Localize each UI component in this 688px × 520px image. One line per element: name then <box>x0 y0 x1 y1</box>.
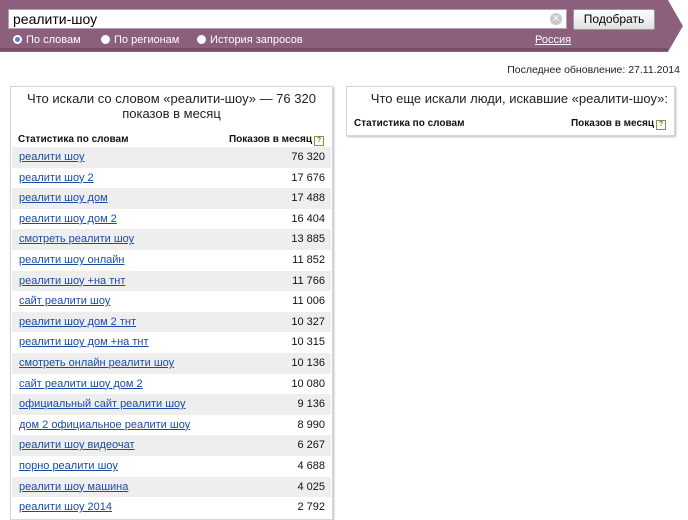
views-count: 10 315 <box>291 336 325 349</box>
column-headers: Статистика по словам Показов в месяц? <box>11 133 332 147</box>
phrase-link[interactable]: официальный сайт реалити шоу <box>19 394 186 415</box>
views-count: 16 404 <box>291 212 325 225</box>
phrase-link[interactable]: порно реалити шоу <box>19 456 118 477</box>
views-count: 10 080 <box>291 377 325 390</box>
views-count: 11 852 <box>292 253 325 266</box>
table-row: порно реалити шоу 4 688 <box>12 456 331 477</box>
last-update-text: Последнее обновление: 27.11.2014 <box>507 64 680 76</box>
phrase-link[interactable]: реалити шоу онлайн <box>19 250 124 271</box>
mode-label: По регионам <box>114 34 180 46</box>
phrase-link[interactable]: реалити шоу +на тнт <box>19 271 125 292</box>
table-row: реалити шоу 2014 2 792 <box>12 497 331 518</box>
table-row: реалити шоу видеочат 6 267 <box>12 435 331 456</box>
mode-label: По словам <box>26 34 81 46</box>
words-table: реалити шоу 76 320 реалити шоу 2 17 676 ре… <box>12 147 331 518</box>
phrase-link[interactable]: дом 2 официальное реалити шоу <box>19 415 190 436</box>
views-count: 10 136 <box>291 356 325 369</box>
phrase-link[interactable]: реалити шоу <box>19 147 84 168</box>
phrase-link[interactable]: смотреть реалити шоу <box>19 229 134 250</box>
table-row: реалити шоу 2 17 676 <box>12 168 331 189</box>
radio-icon[interactable] <box>13 35 22 44</box>
table-row: реалити шоу 76 320 <box>12 147 331 168</box>
phrase-link[interactable]: реалити шоу дом 2 тнт <box>19 312 136 333</box>
radio-icon[interactable] <box>101 35 110 44</box>
region-link[interactable]: Россия <box>535 34 571 46</box>
views-count: 11 006 <box>292 295 325 308</box>
table-row: реалити шоу дом 2 тнт 10 327 <box>12 311 331 333</box>
phrase-link[interactable]: реалити шоу видеочат <box>19 435 135 456</box>
views-count: 17 488 <box>291 192 325 205</box>
column-header-views: Показов в месяц? <box>229 134 324 146</box>
table-row: реалити шоу +на тнт 11 766 <box>12 270 331 292</box>
views-count: 10 327 <box>291 315 325 328</box>
views-count: 11 766 <box>292 274 325 287</box>
words-stats-panel: Что искали со словом «реалити-шоу» — 76 … <box>10 86 333 520</box>
phrase-link[interactable]: реалити шоу дом +на тнт <box>19 332 149 353</box>
table-row: официальный сайт реалити шоу 9 136 <box>12 394 331 415</box>
panel-title: Что еще искали люди, искавшие «реалити-ш… <box>370 91 668 106</box>
submit-button[interactable]: Подобрать <box>573 9 655 30</box>
views-count: 13 885 <box>291 233 325 246</box>
views-count: 8 990 <box>297 418 325 431</box>
mode-label: История запросов <box>210 34 303 46</box>
views-count: 2 792 <box>297 501 325 514</box>
panel-title: Что искали со словом «реалити-шоу» — 76 … <box>27 91 316 121</box>
column-header-words: Статистика по словам <box>18 134 129 145</box>
phrase-link[interactable]: реалити шоу дом <box>19 188 108 209</box>
clear-icon[interactable]: × <box>550 13 562 25</box>
phrase-link[interactable]: реалити шоу машина <box>19 477 128 498</box>
help-icon[interactable]: ? <box>314 136 324 146</box>
table-row: реалити шоу машина 4 025 <box>12 476 331 498</box>
views-count: 9 136 <box>297 398 325 411</box>
table-row: сайт реалити шоу дом 2 10 080 <box>12 374 331 395</box>
radio-icon[interactable] <box>197 35 206 44</box>
table-row: дом 2 официальное реалити шоу 8 990 <box>12 415 331 436</box>
table-row: смотреть реалити шоу 13 885 <box>12 229 331 250</box>
table-row: реалити шоу дом 17 488 <box>12 188 331 209</box>
views-count: 17 676 <box>291 171 325 184</box>
phrase-link[interactable]: реалити шоу дом 2 <box>19 209 117 230</box>
column-header-views: Показов в месяц? <box>571 118 666 130</box>
search-header: × Подобрать По словам По регионам Истори… <box>0 0 688 52</box>
phrase-link[interactable]: смотреть онлайн реалити шоу <box>19 353 174 374</box>
mode-by-words[interactable]: По словам <box>13 34 81 46</box>
table-row: реалити шоу дом 2 16 404 <box>12 209 331 230</box>
phrase-link[interactable]: реалити шоу 2014 <box>19 497 112 518</box>
phrase-link[interactable]: сайт реалити шоу дом 2 <box>19 374 143 395</box>
search-input[interactable] <box>8 9 567 29</box>
views-count: 4 688 <box>297 459 325 472</box>
table-row: реалити шоу онлайн 11 852 <box>12 250 331 271</box>
related-searches-panel: Что еще искали люди, искавшие «реалити-ш… <box>346 86 675 136</box>
phrase-link[interactable]: реалити шоу 2 <box>19 168 94 189</box>
phrase-link[interactable]: сайт реалити шоу <box>19 291 110 312</box>
views-count: 76 320 <box>291 151 325 163</box>
column-headers: Статистика по словам Показов в месяц? <box>347 117 674 131</box>
help-icon[interactable]: ? <box>656 120 666 130</box>
table-row: смотреть онлайн реалити шоу 10 136 <box>12 352 331 374</box>
table-row: реалити шоу дом +на тнт 10 315 <box>12 332 331 353</box>
table-row: сайт реалити шоу 11 006 <box>12 291 331 312</box>
views-count: 6 267 <box>297 439 325 452</box>
mode-query-history[interactable]: История запросов <box>197 34 303 46</box>
column-header-words: Статистика по словам <box>354 118 465 129</box>
mode-by-regions[interactable]: По регионам <box>101 34 179 46</box>
views-count: 4 025 <box>297 480 325 493</box>
